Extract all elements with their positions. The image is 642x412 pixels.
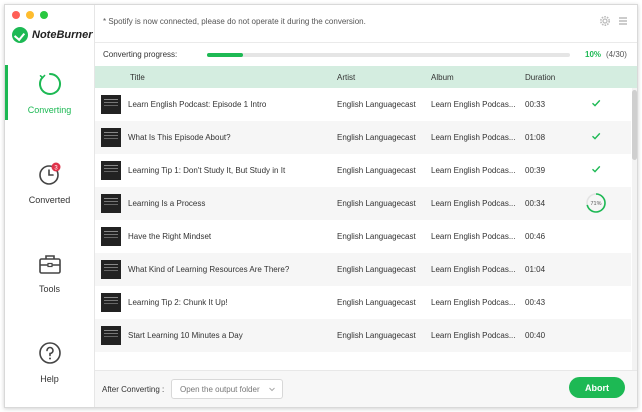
track-album: Learn English Podcas... [431,133,516,142]
gear-icon[interactable] [599,15,611,27]
track-duration: 00:40 [525,331,546,340]
track-title: What Is This Episode About? [128,133,231,142]
track-title: Have the Right Mindset [128,232,212,241]
progress-bar-fill [207,53,244,57]
scrollbar[interactable] [632,88,637,370]
converting-icon [38,73,61,95]
track-album: Learn English Podcas... [431,166,516,175]
table-row[interactable]: Start Learning 10 Minutes a Day English L… [95,319,631,352]
table-row[interactable]: Learn English Podcast: Episode 1 Intro En… [95,88,631,121]
track-title: Learning Tip 1: Don't Study It, But Stud… [128,166,286,175]
progress-percent: 10% [585,50,602,59]
app-name: NoteBurner [32,29,93,41]
sidebar-item-help[interactable]: Help [5,341,94,384]
main-panel: * Spotify is now connected, please do no… [95,5,637,407]
track-artist: English Languagecast [337,133,416,142]
track-album: Learn English Podcas... [431,331,516,340]
column-header-duration[interactable]: Duration [525,73,555,82]
track-title: What Kind of Learning Resources Are Ther… [128,265,290,274]
sidebar-item-converted[interactable]: 3 Converted [5,162,94,205]
table-row[interactable]: Learning Tip 1: Don't Study It, But Stud… [95,154,631,187]
progress-bar [207,53,570,57]
track-artist: English Languagecast [337,100,416,109]
app-window: NoteBurner Converting 3 Converted Tools … [4,4,638,408]
sidebar-item-label: Tools [38,284,60,294]
track-duration: 00:46 [525,232,546,241]
table-header: Title Artist Album Duration [95,66,637,88]
album-art-thumbnail [101,326,121,345]
track-artist: English Languagecast [337,166,416,175]
track-title: Start Learning 10 Minutes a Day [128,331,243,340]
sidebar-item-label: Converted [28,195,71,205]
track-artist: English Languagecast [337,298,416,307]
album-art-thumbnail [101,293,121,312]
sidebar-item-label: Converting [27,105,72,115]
track-album: Learn English Podcas... [431,100,516,109]
checkmark-icon [592,99,601,107]
toolbox-icon [38,255,61,274]
album-art-thumbnail [101,227,121,246]
noteburner-logo-icon [12,27,28,43]
album-art-thumbnail [101,128,121,147]
after-converting-select[interactable]: Open the output folder [171,379,283,399]
sidebar-item-converting[interactable]: Converting [5,72,94,115]
table-row[interactable]: What Kind of Learning Resources Are Ther… [95,253,631,286]
conversion-progress-ring: 71% [586,193,606,213]
track-title: Learn English Podcast: Episode 1 Intro [128,100,267,109]
track-duration: 00:33 [525,100,546,109]
app-logo: NoteBurner [12,27,93,43]
track-title: Learning Tip 2: Chunk It Up! [128,298,228,307]
column-header-title[interactable]: Title [130,73,145,82]
track-duration: 00:39 [525,166,546,175]
after-converting-label: After Converting : [102,385,165,394]
track-duration: 01:04 [525,265,546,274]
album-art-thumbnail [101,194,121,213]
column-header-album[interactable]: Album [431,73,454,82]
album-art-thumbnail [101,95,121,114]
close-window-button[interactable] [12,11,20,19]
track-duration: 00:34 [525,199,546,208]
track-album: Learn English Podcas... [431,199,516,208]
track-album: Learn English Podcas... [431,265,516,274]
zoom-window-button[interactable] [40,11,48,19]
help-icon [38,342,61,364]
checkmark-icon [592,132,601,140]
checkmark-icon [592,165,601,173]
scrollbar-thumb[interactable] [632,90,637,160]
clock-icon: 3 [38,162,60,185]
track-album: Learn English Podcas... [431,232,516,241]
track-list: Learn English Podcast: Episode 1 Intro En… [95,88,631,370]
footer-bar: After Converting : Open the output folde… [95,370,637,407]
sidebar: NoteBurner Converting 3 Converted Tools … [5,5,95,407]
column-header-artist[interactable]: Artist [337,73,355,82]
track-artist: English Languagecast [337,331,416,340]
table-row[interactable]: Learning Is a Process English Languagecas… [95,187,631,220]
album-art-thumbnail [101,161,121,180]
track-duration: 01:08 [525,133,546,142]
track-duration: 00:43 [525,298,546,307]
connection-notice: * Spotify is now connected, please do no… [103,17,366,26]
track-album: Learn English Podcas... [431,298,516,307]
table-row[interactable]: Learning Tip 2: Chunk It Up! English Lang… [95,286,631,319]
sidebar-item-label: Help [40,374,59,384]
sidebar-item-tools[interactable]: Tools [5,253,94,294]
minimize-window-button[interactable] [26,11,34,19]
conversion-progress: Converting progress: 10% (4/30) [103,48,629,62]
table-row[interactable]: What Is This Episode About? English Langu… [95,121,631,154]
track-title: Learning Is a Process [128,199,206,208]
progress-count: (4/30) [606,50,627,59]
album-art-thumbnail [101,260,121,279]
track-artist: English Languagecast [337,199,416,208]
track-artist: English Languagecast [337,232,416,241]
progress-label: Converting progress: [103,50,178,59]
window-controls [12,11,48,19]
table-row[interactable]: Have the Right Mindset English Languageca… [95,220,631,253]
chevron-down-icon [269,387,275,392]
after-converting-value: Open the output folder [180,385,260,394]
progress-ring-percent: 71% [590,201,601,207]
divider [95,42,637,43]
menu-icon[interactable] [618,16,628,26]
track-artist: English Languagecast [337,265,416,274]
abort-button[interactable]: Abort [569,377,625,398]
